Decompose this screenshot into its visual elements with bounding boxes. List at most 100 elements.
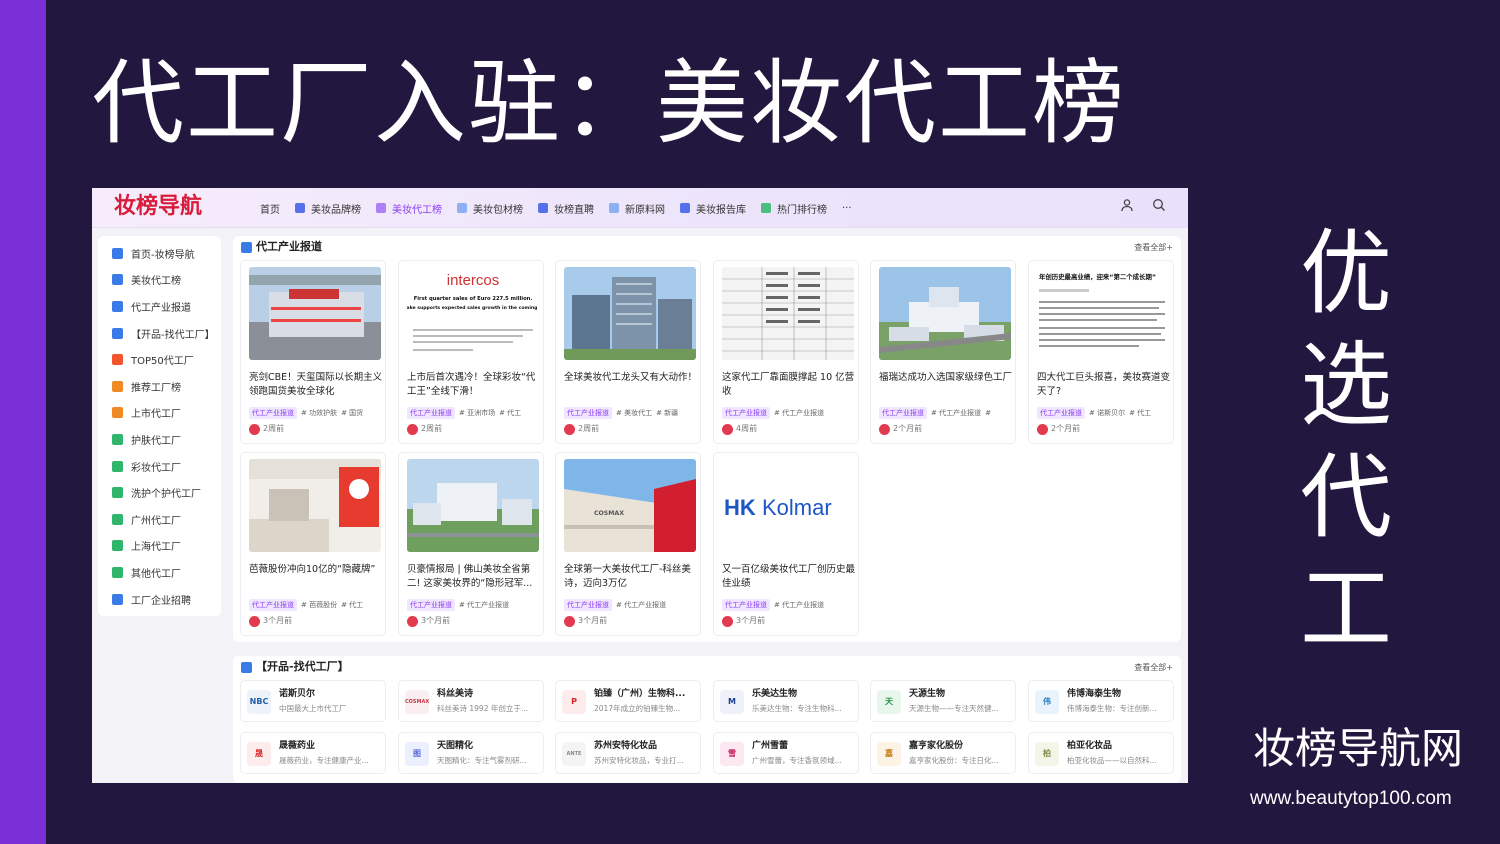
sidebar-item[interactable]: 首页-妆榜导航: [98, 240, 221, 267]
search-icon[interactable]: [1152, 198, 1166, 212]
nav-item[interactable]: 妆榜直聘: [538, 188, 594, 228]
hashtag[interactable]: # 美妆代工: [616, 409, 652, 417]
nav-item[interactable]: 热门排行榜: [761, 188, 827, 228]
news-thumbnail[interactable]: intercos First quarter sales of Euro 227.…: [407, 267, 539, 360]
category-tag[interactable]: 代工产业报道: [564, 407, 612, 419]
hashtag[interactable]: #: [985, 409, 991, 417]
news-thumbnail[interactable]: HK Kolmar: [722, 459, 854, 552]
factory-name[interactable]: 广州雪蕾: [752, 740, 856, 752]
nav-item[interactable]: 美妆代工榜: [376, 188, 442, 228]
nav-item[interactable]: 首页: [260, 188, 280, 228]
news-card-title[interactable]: 芭薇股份冲向10亿的“隐藏牌”: [249, 563, 383, 591]
news-card-title[interactable]: 又一百亿级美妆代工厂创历史最佳业绩: [722, 563, 856, 591]
sidebar-item[interactable]: 代工产业报道: [98, 293, 221, 320]
news-card[interactable]: intercos First quarter sales of Euro 227.…: [398, 260, 544, 444]
category-tag[interactable]: 代工产业报道: [407, 407, 455, 419]
sidebar-item[interactable]: 护肤代工厂: [98, 426, 221, 453]
sidebar-item[interactable]: 美妆代工榜: [98, 267, 221, 294]
category-tag[interactable]: 代工产业报道: [722, 407, 770, 419]
news-card[interactable]: 福瑞达成功入选国家级绿色工厂 代工产业报道 # 代工产业报道 #2个月前: [870, 260, 1016, 444]
factory-card[interactable]: 雪广州雪蕾 广州雪蕾，专注香氛领域...: [713, 732, 859, 774]
sidebar-item[interactable]: 其他代工厂: [98, 559, 221, 586]
category-tag[interactable]: 代工产业报道: [879, 407, 927, 419]
hashtag[interactable]: # 诺斯贝尔: [1089, 409, 1125, 417]
sidebar-item[interactable]: 洗护个护代工厂: [98, 479, 221, 506]
factory-name[interactable]: 伟博海泰生物: [1067, 688, 1171, 700]
news-card-title[interactable]: 全球第一大美妆代工厂-科丝美诗，迈向3万亿: [564, 563, 698, 591]
site-url[interactable]: www.beautytop100.com: [1250, 786, 1452, 812]
user-icon[interactable]: [1120, 198, 1134, 212]
news-thumbnail[interactable]: [722, 267, 854, 360]
factory-card[interactable]: 天天源生物 天源生物——专注天然健...: [870, 680, 1016, 722]
nav-item[interactable]: 美妆报告库: [680, 188, 746, 228]
nav-item[interactable]: 新原料网: [609, 188, 665, 228]
news-card[interactable]: COSMAX 全球第一大美妆代工厂-科丝美诗，迈向3万亿代工产业报道 # 代工产业报…: [555, 452, 701, 636]
factory-card[interactable]: 晟晟薇药业 晟薇药业，专注健康产业...: [240, 732, 386, 774]
hashtag[interactable]: # 代工产业报道: [774, 409, 824, 417]
news-view-all-link[interactable]: 查看全部+: [1134, 242, 1173, 253]
factory-name[interactable]: 诺斯贝尔: [279, 688, 383, 700]
factory-name[interactable]: 乐美达生物: [752, 688, 856, 700]
sidebar-item[interactable]: 【开品-找代工厂】: [98, 320, 221, 347]
news-thumbnail[interactable]: [249, 267, 381, 360]
hashtag[interactable]: # 代工产业报道: [774, 601, 824, 609]
news-thumbnail[interactable]: [407, 459, 539, 552]
factory-card[interactable]: COSMAX 科丝美诗 科丝美诗 1992 年创立于...: [398, 680, 544, 722]
news-thumbnail[interactable]: [249, 459, 381, 552]
category-tag[interactable]: 代工产业报道: [564, 599, 612, 611]
nav-item[interactable]: 美妆品牌榜: [295, 188, 361, 228]
sidebar-item[interactable]: 上海代工厂: [98, 533, 221, 560]
hashtag[interactable]: # 代工: [499, 409, 521, 417]
news-card[interactable]: 芭薇股份冲向10亿的“隐藏牌” 代工产业报道 # 芭薇股份 # 代工 3个月前: [240, 452, 386, 636]
hashtag[interactable]: # 代工产业报道: [459, 601, 509, 609]
category-tag[interactable]: 代工产业报道: [722, 599, 770, 611]
news-card[interactable]: 贝豪情报局 | 佛山美妆全省第二! 这家美妆界的“隐形冠军... 代工产业报道 # …: [398, 452, 544, 636]
hashtag[interactable]: # 代工产业报道: [931, 409, 981, 417]
news-card[interactable]: HK Kolmar 又一百亿级美妆代工厂创历史最佳业绩 代工产业报道 # 代工产业报道 3…: [713, 452, 859, 636]
news-card[interactable]: 这家代工厂靠面膜撑起 10 亿营收 代工产业报道 # 代工产业报道 4周前: [713, 260, 859, 444]
factory-name[interactable]: 柏亚化妆品: [1067, 740, 1171, 752]
factory-name[interactable]: 天图精化: [437, 740, 541, 752]
factory-card[interactable]: NBC 诺斯贝尔 中国最大上市代工厂: [240, 680, 386, 722]
category-tag[interactable]: 代工产业报道: [249, 407, 297, 419]
news-card-title[interactable]: 福瑞达成功入选国家级绿色工厂: [879, 371, 1013, 399]
news-card[interactable]: 亮剑CBE！天玺国际以长期主义领跑国货美妆全球化 代工产业报道 # 功效护肤 # 国货…: [240, 260, 386, 444]
category-tag[interactable]: 代工产业报道: [407, 599, 455, 611]
hashtag[interactable]: # 代工产业报道: [616, 601, 666, 609]
news-card-title[interactable]: 贝豪情报局 | 佛山美妆全省第二! 这家美妆界的“隐形冠军...: [407, 563, 541, 591]
hashtag[interactable]: # 代工: [1129, 409, 1151, 417]
factory-name[interactable]: 晟薇药业: [279, 740, 383, 752]
factory-name[interactable]: 铂臻（广州）生物科...: [594, 688, 698, 700]
news-thumbnail[interactable]: [879, 267, 1011, 360]
category-tag[interactable]: 代工产业报道: [249, 599, 297, 611]
sidebar-item[interactable]: 工厂企业招聘: [98, 586, 221, 613]
hashtag[interactable]: # 功效护肤: [301, 409, 337, 417]
news-thumbnail[interactable]: COSMAX: [564, 459, 696, 552]
sidebar-item[interactable]: TOP50代工厂: [98, 346, 221, 373]
news-thumbnail[interactable]: 年创历史最高业绩，迎来“第二个成长期”: [1037, 267, 1169, 360]
hashtag[interactable]: # 芭薇股份: [301, 601, 337, 609]
factory-card[interactable]: 伟伟博海泰生物 伟博海泰生物：专注创新...: [1028, 680, 1174, 722]
nav-item[interactable]: 美妆包材榜: [457, 188, 523, 228]
hashtag[interactable]: # 国货: [341, 409, 363, 417]
sidebar-item[interactable]: 广州代工厂: [98, 506, 221, 533]
factory-name[interactable]: 天源生物: [909, 688, 1013, 700]
news-card-title[interactable]: 上市后首次遇冷！全球彩妆“代工王”全线下滑！: [407, 371, 541, 399]
factory-card[interactable]: 图天图精化 天图精化：专注气雾剂研...: [398, 732, 544, 774]
factory-name[interactable]: 科丝美诗: [437, 688, 541, 700]
sidebar-item[interactable]: 上市代工厂: [98, 400, 221, 427]
factory-card[interactable]: M 乐美达生物 乐美达生物：专注生物科...: [713, 680, 859, 722]
factory-card[interactable]: ANTE 苏州安特化妆品 苏州安特化妆品，专业打...: [555, 732, 701, 774]
category-tag[interactable]: 代工产业报道: [1037, 407, 1085, 419]
news-card-title[interactable]: 四大代工巨头报喜，美妆赛道变天了?: [1037, 371, 1171, 399]
nav-item[interactable]: ···: [842, 188, 852, 228]
hashtag[interactable]: # 新疆: [656, 409, 678, 417]
factory-card[interactable]: P 铂臻（广州）生物科... 2017年成立的铂臻生物...: [555, 680, 701, 722]
factory-card[interactable]: 柏柏亚化妆品 柏亚化妆品——以自然科...: [1028, 732, 1174, 774]
news-card-title[interactable]: 这家代工厂靠面膜撑起 10 亿营收: [722, 371, 856, 399]
news-card-title[interactable]: 全球美妆代工龙头又有大动作！: [564, 371, 698, 399]
sidebar-item[interactable]: 彩妆代工厂: [98, 453, 221, 480]
hashtag[interactable]: # 代工: [341, 601, 363, 609]
factory-card[interactable]: 嘉嘉亨家化股份 嘉亨家化股份：专注日化...: [870, 732, 1016, 774]
sidebar-item[interactable]: 推荐工厂榜: [98, 373, 221, 400]
